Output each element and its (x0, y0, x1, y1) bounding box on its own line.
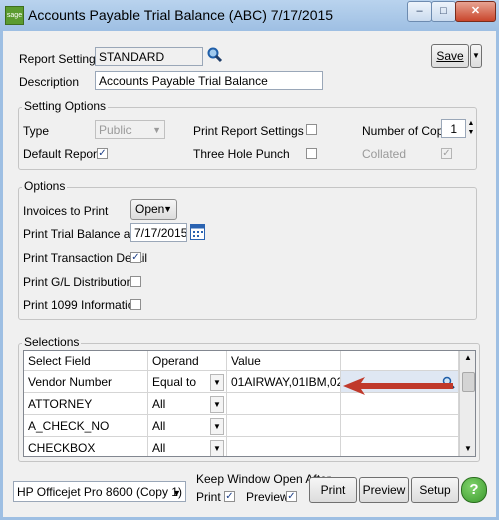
print-button-label: Print (320, 483, 346, 497)
column-header-select-field[interactable]: Select Field (24, 351, 148, 371)
table-row-value[interactable]: 01AIRWAY,01IBM,02AVID (227, 371, 341, 393)
save-button[interactable]: Save (431, 44, 469, 68)
scroll-down-arrow[interactable]: ▼ (460, 442, 475, 456)
invoices-to-print-value: Open (135, 202, 165, 216)
collated-label: Collated (362, 147, 407, 161)
print-1099-checkbox[interactable] (130, 299, 141, 310)
print-transaction-detail-checkbox[interactable]: ✓ (130, 252, 141, 263)
operand-value: All (152, 441, 166, 455)
chevron-down-icon: ▼ (210, 418, 224, 435)
copies-spinner[interactable]: ▲ ▼ (466, 119, 476, 138)
print-1099-label: Print 1099 Information (23, 298, 142, 312)
grid-scrollbar[interactable]: ▲ ▼ (459, 351, 475, 456)
operand-value: All (152, 397, 166, 411)
column-header-blank (341, 351, 459, 371)
default-report-checkbox[interactable]: ✓ (97, 148, 108, 159)
chevron-down-icon: ▼ (210, 374, 224, 391)
search-icon[interactable] (206, 46, 224, 64)
chevron-down-icon: ▼ (172, 488, 181, 498)
table-row-value[interactable] (227, 437, 341, 456)
maximize-button[interactable]: □ (431, 1, 456, 22)
red-arrow-annotation (343, 377, 455, 395)
table-row-value[interactable] (227, 393, 341, 415)
options-title: Options (22, 179, 68, 193)
report-setting-field[interactable]: STANDARD (95, 47, 203, 66)
description-label: Description (19, 75, 80, 89)
table-row-operand-select[interactable]: All ▼ (148, 393, 227, 415)
operand-value: Equal to (152, 375, 197, 389)
scroll-up-arrow[interactable]: ▲ (460, 351, 475, 365)
chevron-down-icon: ▼ (152, 125, 161, 135)
table-row-operand-select[interactable]: All ▼ (148, 415, 227, 437)
type-select[interactable]: Public ▼ (95, 120, 165, 139)
operand-value: All (152, 419, 166, 433)
save-dropdown-button[interactable]: ▼ (470, 44, 482, 68)
preview-button[interactable]: Preview (359, 477, 409, 503)
collated-checkbox[interactable]: ✓ (441, 148, 452, 159)
calendar-icon[interactable] (190, 223, 205, 240)
table-row-operand-select[interactable]: Equal to ▼ (148, 371, 227, 393)
table-row-extra (341, 393, 459, 415)
help-icon[interactable]: ? (461, 477, 487, 503)
print-check-label: Print (196, 490, 221, 504)
table-row-field[interactable]: ATTORNEY (24, 393, 148, 415)
preview-button-label: Preview (362, 483, 406, 497)
chevron-down-icon: ▼ (163, 204, 172, 214)
column-header-value[interactable]: Value (227, 351, 341, 371)
setting-options-title: Setting Options (22, 99, 109, 113)
table-row-operand-select[interactable]: All ▼ (148, 437, 227, 456)
setup-button-label: Setup (419, 483, 451, 497)
print-button[interactable]: Print (309, 477, 357, 503)
three-hole-punch-checkbox[interactable] (306, 148, 317, 159)
report-setting-label: Report Setting (19, 52, 96, 66)
invoices-to-print-select[interactable]: Open ▼ (130, 199, 177, 220)
printer-select[interactable]: HP Officejet Pro 8600 (Copy 1) ▼ (13, 481, 186, 502)
chevron-down-icon: ▼ (210, 440, 224, 456)
print-gl-distribution-label: Print G/L Distribution (23, 275, 134, 289)
table-row-extra (341, 415, 459, 437)
printer-value: HP Officejet Pro 8600 (Copy 1) (17, 485, 182, 499)
selections-grid[interactable]: Select Field Operand Value Vendor Number… (23, 350, 476, 457)
trial-balance-date-field[interactable]: 7/17/2015 (130, 223, 187, 242)
type-value: Public (99, 123, 132, 137)
description-field[interactable]: Accounts Payable Trial Balance (95, 71, 323, 90)
table-row-value[interactable] (227, 415, 341, 437)
table-row-field[interactable]: Vendor Number (24, 371, 148, 393)
minimize-button[interactable]: – (407, 1, 432, 22)
window-title: Accounts Payable Trial Balance (ABC) 7/1… (28, 7, 334, 23)
print-transaction-detail-label: Print Transaction Detail (23, 251, 148, 265)
chevron-down-icon: ▼ (210, 396, 224, 413)
print-report-settings-label: Print Report Settings (193, 124, 304, 138)
keep-open-preview-checkbox[interactable]: ✓ (286, 491, 297, 502)
default-report-label: Default Report (23, 147, 101, 161)
type-label: Type (23, 124, 50, 138)
selections-title: Selections (22, 335, 82, 349)
setup-button[interactable]: Setup (411, 477, 459, 503)
number-of-copies-field[interactable]: 1 (441, 119, 466, 138)
table-row-field[interactable]: CHECKBOX (24, 437, 148, 456)
preview-check-label: Preview (246, 490, 289, 504)
keep-open-print-checkbox[interactable]: ✓ (224, 491, 235, 502)
scroll-thumb[interactable] (462, 372, 475, 392)
print-report-settings-checkbox[interactable] (306, 124, 317, 135)
title-bar: sage Accounts Payable Trial Balance (ABC… (0, 0, 499, 32)
save-button-label: Save (436, 49, 464, 63)
print-gl-distribution-checkbox[interactable] (130, 276, 141, 287)
sage-app-icon: sage (5, 6, 24, 25)
table-row-field[interactable]: A_CHECK_NO (24, 415, 148, 437)
table-row-extra (341, 437, 459, 456)
close-button[interactable]: ✕ (455, 1, 496, 22)
three-hole-punch-label: Three Hole Punch (193, 147, 290, 161)
column-header-operand[interactable]: Operand (148, 351, 227, 371)
invoices-to-print-label: Invoices to Print (23, 204, 109, 218)
